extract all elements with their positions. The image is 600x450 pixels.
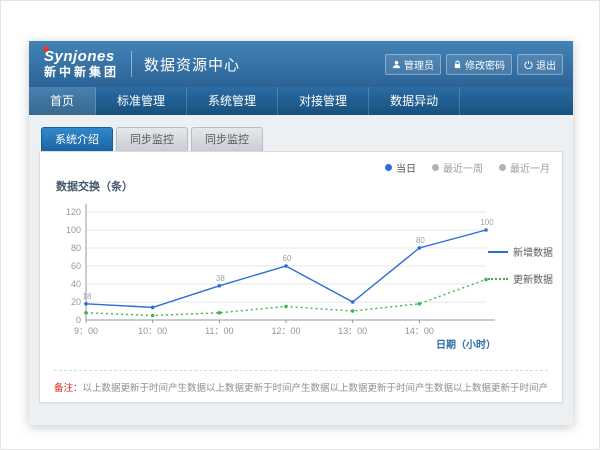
svg-text:18: 18: [83, 292, 92, 301]
svg-text:38: 38: [216, 274, 225, 283]
legend-update-data-label: 更新数据: [513, 271, 553, 286]
svg-text:100: 100: [66, 225, 81, 235]
svg-text:80: 80: [416, 236, 425, 245]
svg-text:12：00: 12：00: [271, 326, 300, 336]
admin-button-label: 管理员: [404, 57, 434, 72]
tab-sync-monitor-1[interactable]: 同步监控: [116, 127, 188, 151]
svg-text:10：00: 10：00: [138, 326, 167, 336]
chart-area: 0 20 40 60 80 100 120 9：00 10：00 11：00 12：00 13：00 1…: [50, 196, 500, 356]
series-legend: 新增数据 更新数据: [488, 244, 556, 298]
screenshot-frame: Synjones 新中新集团 数据资源中心 管理员 修改密码 退出: [0, 0, 600, 450]
filter-last-month-dot-icon: [499, 164, 506, 171]
filter-last-month-label: 最近一月: [510, 160, 550, 175]
line-chart: 0 20 40 60 80 100 120 9：00 10：00 11：00 12：00 13：00 1…: [50, 196, 500, 356]
filter-today-label: 当日: [396, 160, 416, 175]
user-icon: [392, 60, 401, 69]
svg-text:100: 100: [480, 218, 494, 227]
logout-icon: [524, 60, 533, 69]
dotted-line-sample-icon: [488, 278, 508, 280]
admin-button[interactable]: 管理员: [385, 54, 441, 75]
tab-bar: 系统介绍 同步监控 同步监控: [39, 127, 563, 151]
svg-text:9：00: 9：00: [74, 326, 98, 336]
svg-text:0: 0: [76, 315, 81, 325]
logout-button-label: 退出: [536, 57, 556, 72]
svg-text:80: 80: [71, 243, 81, 253]
logo-text: Synjones: [44, 48, 115, 65]
footnote-text: 以上数据更新于时间产生数据以上数据更新于时间产生数据以上数据更新于时间产生数据以…: [83, 383, 548, 394]
svg-text:60: 60: [71, 261, 81, 271]
filter-last-week-dot-icon: [432, 164, 439, 171]
header-divider: [131, 51, 132, 77]
filter-last-week[interactable]: 最近一周: [432, 160, 483, 175]
svg-text:14：00: 14：00: [405, 326, 434, 336]
logo-star-icon: [43, 46, 49, 52]
filter-last-week-label: 最近一周: [443, 160, 483, 175]
svg-text:40: 40: [71, 279, 81, 289]
lock-icon: [453, 60, 462, 69]
footnote: 备注：以上数据更新于时间产生数据以上数据更新于时间产生数据以上数据更新于时间产生…: [54, 370, 548, 394]
y-axis-title: 数据交换（条）: [56, 178, 133, 194]
logout-button[interactable]: 退出: [517, 54, 563, 75]
nav-item-connect-mgmt[interactable]: 对接管理: [278, 87, 369, 115]
change-password-button-label: 修改密码: [465, 57, 505, 72]
app-window: Synjones 新中新集团 数据资源中心 管理员 修改密码 退出: [29, 41, 573, 425]
svg-text:13：00: 13：00: [338, 326, 367, 336]
nav-item-data-change[interactable]: 数据异动: [369, 87, 460, 115]
tab-system-intro[interactable]: 系统介绍: [41, 127, 113, 151]
tab-sync-monitor-2[interactable]: 同步监控: [191, 127, 263, 151]
nav-item-home[interactable]: 首页: [29, 87, 96, 115]
header-actions: 管理员 修改密码 退出: [385, 54, 563, 75]
svg-text:11：00: 11：00: [205, 326, 233, 336]
legend-new-data-label: 新增数据: [513, 244, 553, 259]
legend-item-new-data[interactable]: 新增数据: [488, 244, 556, 259]
chart-card: 当日 最近一周 最近一月 数据交换（条） 0 20 40 60 80 100 120 9：00…: [39, 151, 563, 403]
nav-item-system-mgmt[interactable]: 系统管理: [187, 87, 278, 115]
content-area: 系统介绍 同步监控 同步监控 当日 最近一周 最近一月: [29, 115, 573, 403]
svg-text:20: 20: [71, 297, 81, 307]
main-nav: 首页 标准管理 系统管理 对接管理 数据异动: [29, 87, 573, 115]
svg-text:60: 60: [283, 254, 292, 263]
svg-text:日期（小时）: 日期（小时）: [436, 338, 496, 351]
logo-subtext: 新中新集团: [44, 65, 119, 79]
filter-today-dot-icon: [385, 164, 392, 171]
filter-last-month[interactable]: 最近一月: [499, 160, 550, 175]
page-title: 数据资源中心: [144, 54, 240, 75]
footnote-prefix: 备注：: [54, 383, 83, 394]
app-header: Synjones 新中新集团 数据资源中心 管理员 修改密码 退出: [29, 41, 573, 87]
legend-item-update-data[interactable]: 更新数据: [488, 271, 556, 286]
logo: Synjones 新中新集团: [39, 49, 119, 79]
legend-filters: 当日 最近一周 最近一月: [385, 160, 550, 175]
filter-today[interactable]: 当日: [385, 160, 416, 175]
nav-item-standard-mgmt[interactable]: 标准管理: [96, 87, 187, 115]
change-password-button[interactable]: 修改密码: [446, 54, 512, 75]
solid-line-sample-icon: [488, 251, 508, 253]
svg-text:120: 120: [66, 207, 81, 217]
